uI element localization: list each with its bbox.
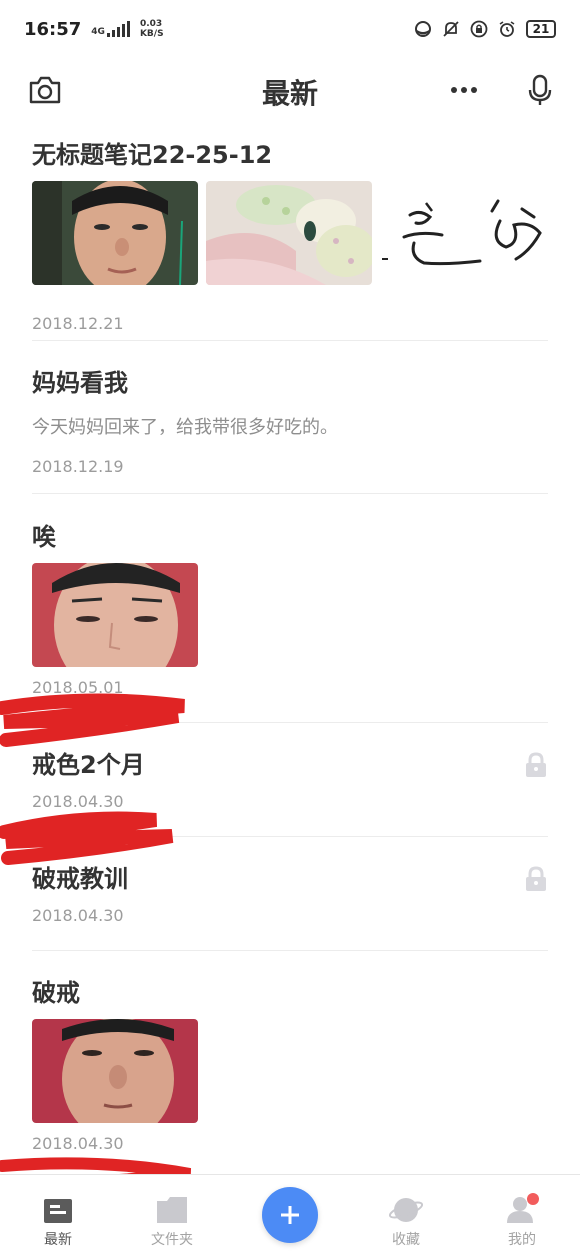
nav-profile[interactable]: 我的	[472, 1175, 572, 1257]
note-excerpt: 今天妈妈回来了，给我带很多好吃的。	[32, 417, 338, 438]
note-photo	[32, 1019, 198, 1123]
note-date: 2018.04.30	[32, 792, 124, 811]
add-note-button[interactable]	[262, 1187, 318, 1243]
speed-unit: KB/S	[139, 29, 164, 39]
data-saver-icon	[414, 20, 432, 38]
nav-label: 最新	[44, 1232, 72, 1248]
note-item[interactable]: 破戒 2018.04.30	[32, 978, 548, 1158]
planet-icon	[389, 1198, 423, 1222]
divider	[32, 722, 548, 723]
signal-icon	[106, 21, 130, 37]
nav-label: 收藏	[392, 1232, 420, 1248]
mute-bell-icon	[442, 20, 460, 38]
status-right: 21	[414, 20, 556, 38]
divider	[32, 493, 548, 494]
red-scribble	[0, 811, 174, 865]
status-bar: 16:57 4G 0.03 KB/S 21	[0, 0, 580, 58]
divider	[32, 950, 548, 951]
alarm-icon	[498, 20, 516, 38]
divider	[32, 836, 548, 837]
note-title: 破戒教训	[32, 865, 128, 893]
plus-icon	[281, 1206, 299, 1224]
signal-indicator: 4G	[91, 21, 130, 37]
app-bar: 最新	[0, 58, 580, 122]
microphone-icon	[528, 74, 552, 105]
more-icon	[451, 87, 477, 93]
more-button[interactable]	[442, 68, 486, 112]
person-icon	[507, 1193, 539, 1223]
divider	[32, 340, 548, 341]
nav-latest[interactable]: 最新	[8, 1175, 108, 1257]
note-title: 无标题笔记22-25-12	[32, 141, 273, 169]
nav-label: 文件夹	[151, 1232, 193, 1248]
note-date: 2018.04.30	[32, 906, 124, 925]
note-icon	[44, 1199, 72, 1223]
page-title: 最新	[261, 77, 318, 110]
note-date: 2018.05.01	[32, 678, 124, 697]
nav-folders[interactable]: 文件夹	[122, 1175, 222, 1257]
nav-label: 我的	[508, 1232, 536, 1248]
note-date: 2018.04.30	[32, 1134, 124, 1153]
note-item[interactable]: 妈妈看我 今天妈妈回来了，给我带很多好吃的。 2018.12.19	[32, 368, 548, 478]
note-date: 2018.12.19	[32, 457, 124, 476]
signature-drawing	[380, 181, 548, 285]
note-title: 戒色2个月	[32, 751, 145, 779]
bottom-navigation: 最新 文件夹 收藏 我的	[0, 1174, 580, 1257]
note-date: 2018.12.21	[32, 314, 124, 333]
note-item[interactable]: 无标题笔记22-25-12 2018.12.21	[32, 140, 548, 333]
note-title: 破戒	[32, 979, 80, 1007]
note-title: 妈妈看我	[32, 369, 128, 397]
status-time: 16:57	[24, 18, 82, 40]
status-left: 16:57 4G 0.03 KB/S	[24, 19, 164, 40]
note-title: 唉	[32, 523, 56, 551]
network-speed: 0.03 KB/S	[140, 19, 164, 39]
note-photo	[206, 181, 372, 285]
speed-value: 0.03	[139, 19, 163, 29]
note-photo	[32, 563, 198, 667]
network-type: 4G	[91, 27, 105, 37]
note-item[interactable]: 戒色2个月 2018.04.30	[32, 750, 548, 811]
note-photo	[32, 181, 198, 285]
voice-button[interactable]	[518, 68, 562, 112]
battery-indicator: 21	[526, 20, 556, 38]
lock-icon	[526, 866, 546, 891]
note-item[interactable]: 唉 2018.05.01	[32, 522, 548, 702]
note-item[interactable]: 破戒教训 2018.04.30	[32, 864, 548, 925]
lock-circle-icon	[470, 20, 488, 38]
lock-icon	[526, 752, 546, 777]
folder-icon	[157, 1197, 187, 1223]
nav-favorites[interactable]: 收藏	[356, 1175, 456, 1257]
